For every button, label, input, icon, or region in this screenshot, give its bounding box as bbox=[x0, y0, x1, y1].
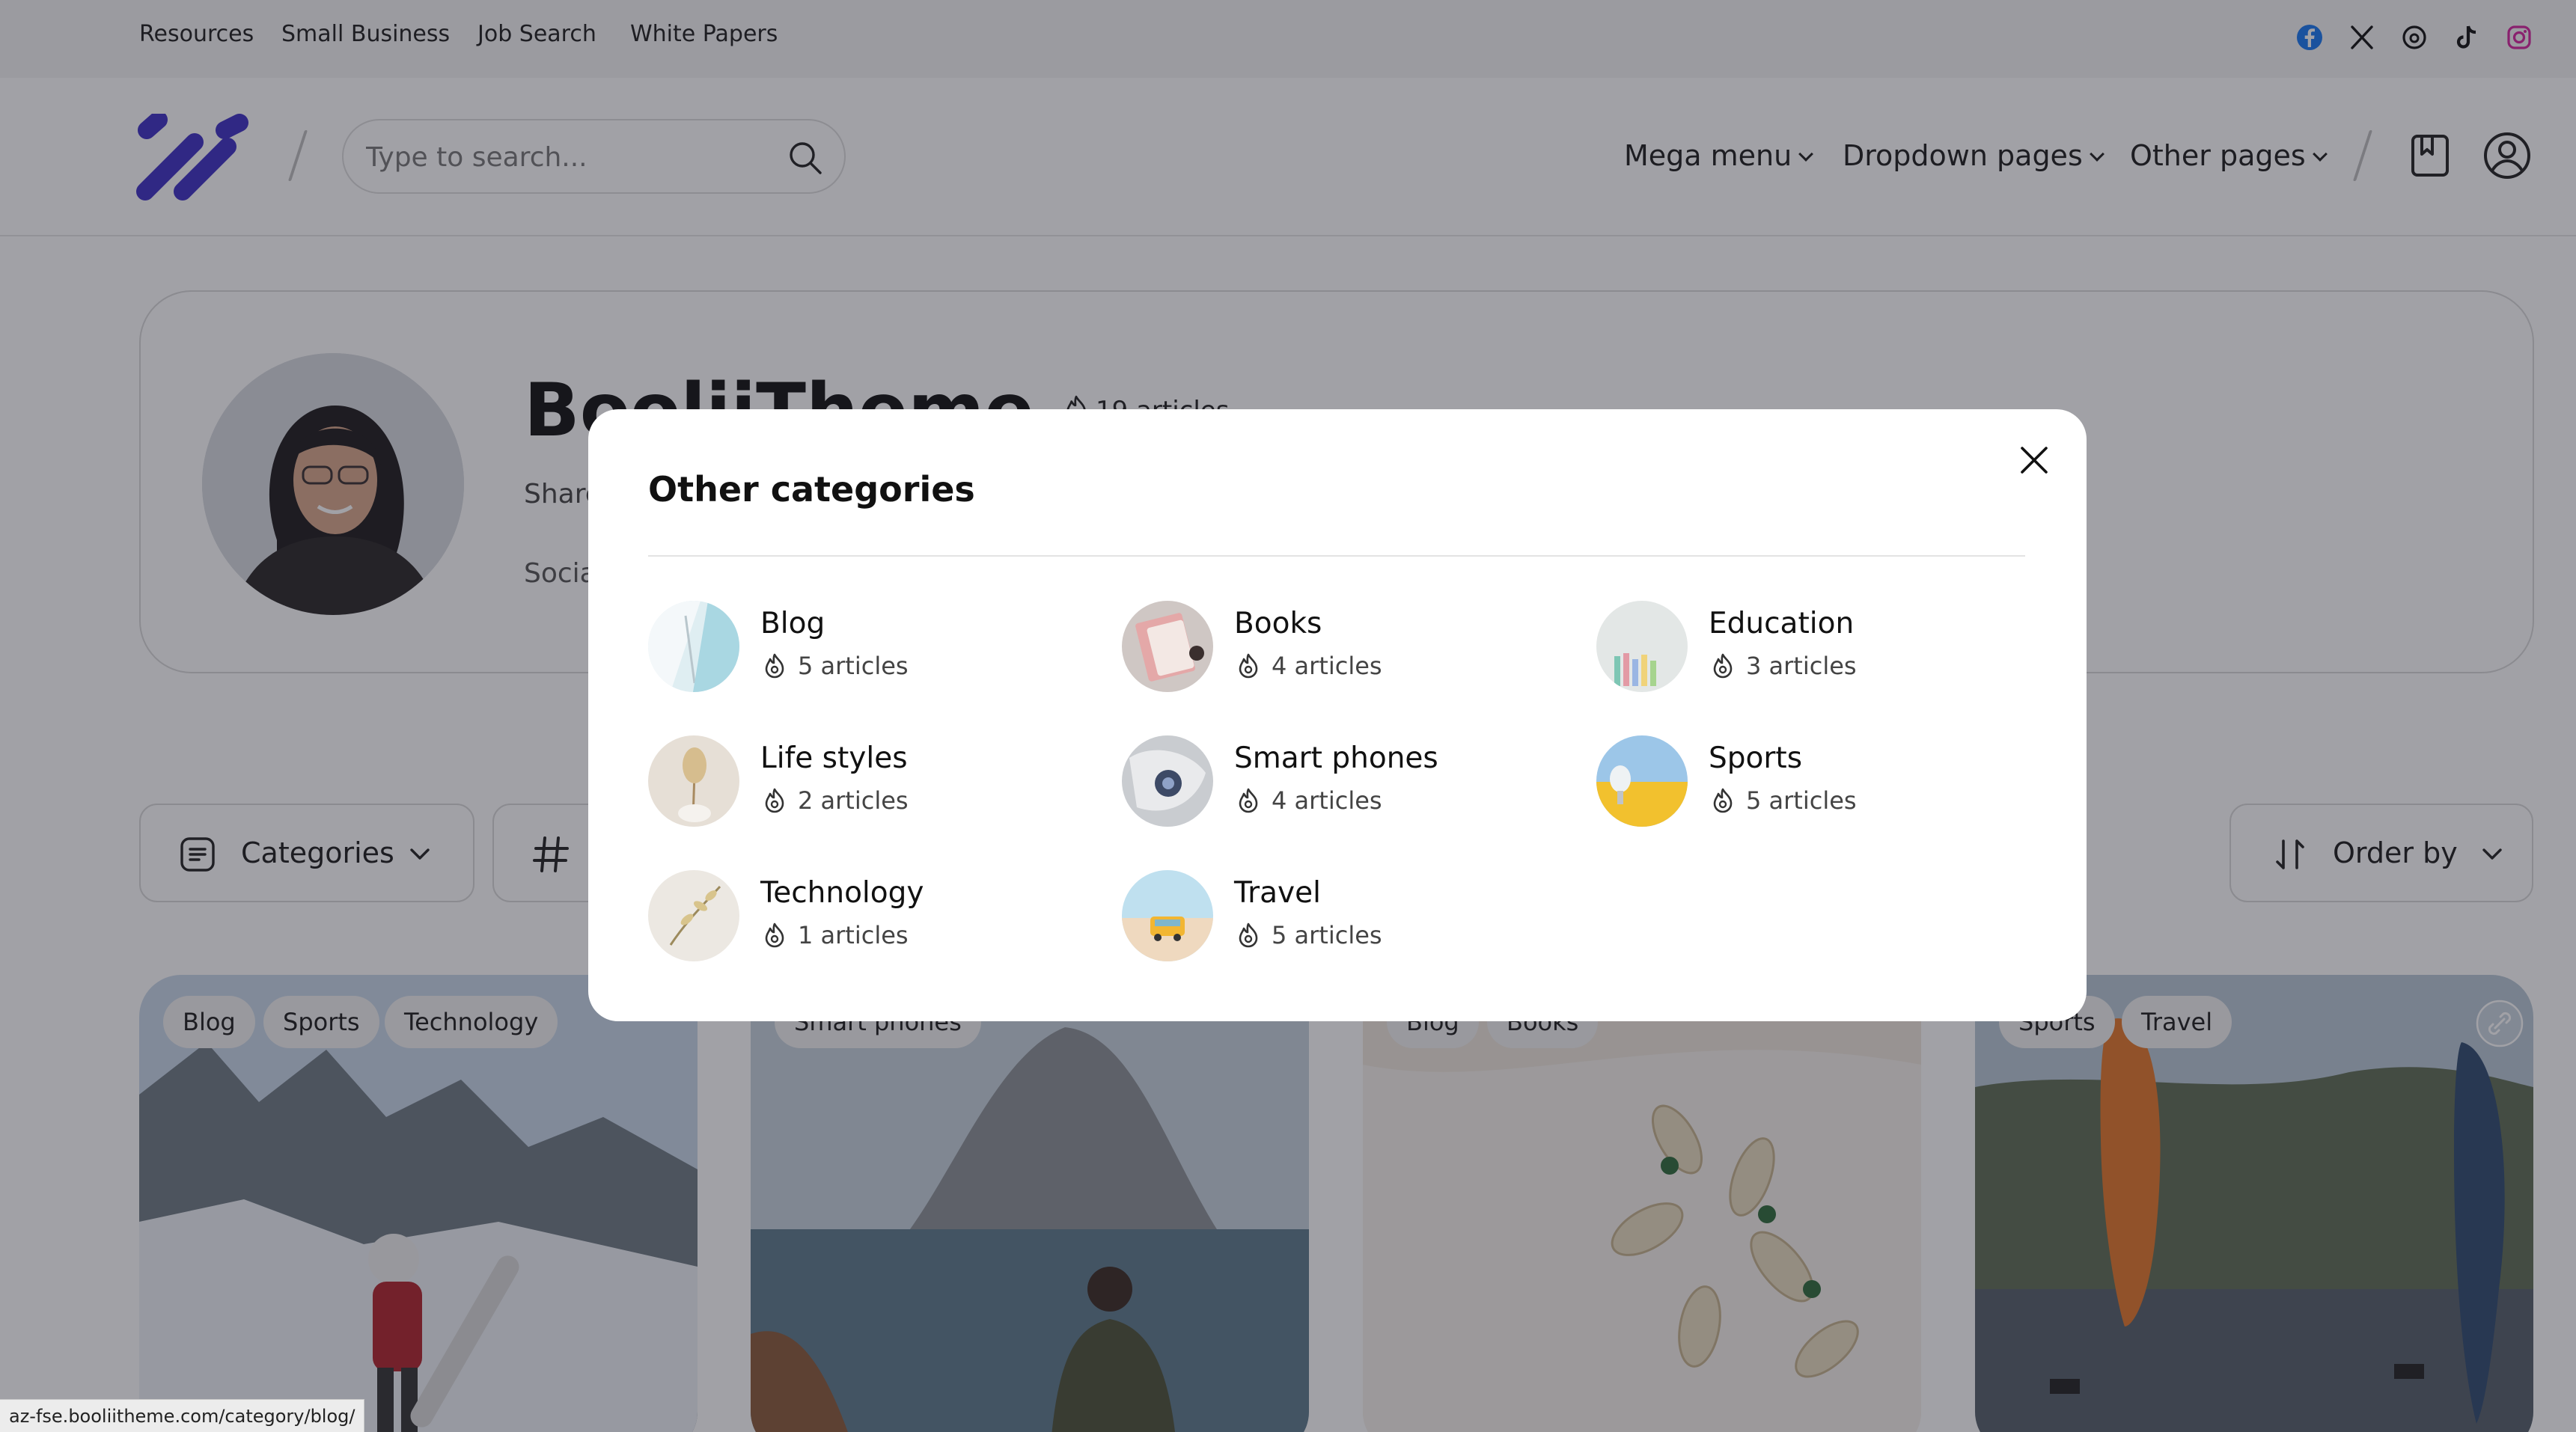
category-thumb-books bbox=[1122, 601, 1213, 692]
category-item-life-styles[interactable]: Life styles 2 articles bbox=[648, 735, 1067, 830]
category-name: Books bbox=[1234, 607, 1322, 640]
category-name: Blog bbox=[760, 607, 825, 640]
category-name: Sports bbox=[1709, 741, 1803, 775]
category-item-technology[interactable]: Technology 1 articles bbox=[648, 870, 1067, 964]
category-count: 5 articles bbox=[1746, 786, 1857, 815]
category-thumb-technology bbox=[648, 870, 739, 961]
category-count: 4 articles bbox=[1272, 652, 1382, 680]
flame-icon bbox=[1239, 653, 1258, 679]
category-thumb-travel bbox=[1122, 870, 1213, 961]
divider bbox=[648, 555, 2025, 557]
category-thumb-sports bbox=[1596, 735, 1688, 827]
category-thumb-smart-phones bbox=[1122, 735, 1213, 827]
status-url: az-fse.booliitheme.com/category/blog/ bbox=[0, 1399, 365, 1432]
category-name: Education bbox=[1709, 607, 1855, 640]
flame-icon bbox=[765, 922, 784, 948]
modal-title: Other categories bbox=[648, 469, 975, 510]
category-item-books[interactable]: Books 4 articles bbox=[1122, 601, 1541, 695]
category-name: Technology bbox=[760, 876, 924, 910]
flame-icon bbox=[1713, 653, 1733, 679]
category-item-smart-phones[interactable]: Smart phones 4 articles bbox=[1122, 735, 1541, 830]
category-count: 2 articles bbox=[798, 786, 909, 815]
flame-icon bbox=[1239, 788, 1258, 813]
other-categories-modal: Other categories Blog 5 articles Books 4… bbox=[588, 409, 2087, 1021]
category-name: Life styles bbox=[760, 741, 908, 775]
category-thumb-life-styles bbox=[648, 735, 739, 827]
flame-icon bbox=[1713, 788, 1733, 813]
category-count: 5 articles bbox=[1272, 921, 1382, 949]
flame-icon bbox=[1239, 922, 1258, 948]
category-item-blog[interactable]: Blog 5 articles bbox=[648, 601, 1067, 695]
category-name: Travel bbox=[1234, 876, 1321, 910]
flame-icon bbox=[765, 653, 784, 679]
flame-icon bbox=[765, 788, 784, 813]
category-count: 3 articles bbox=[1746, 652, 1857, 680]
category-name: Smart phones bbox=[1234, 741, 1438, 775]
category-thumb-education bbox=[1596, 601, 1688, 692]
category-item-sports[interactable]: Sports 5 articles bbox=[1596, 735, 2015, 830]
category-item-travel[interactable]: Travel 5 articles bbox=[1122, 870, 1541, 964]
category-item-education[interactable]: Education 3 articles bbox=[1596, 601, 2015, 695]
category-count: 4 articles bbox=[1272, 786, 1382, 815]
close-icon[interactable] bbox=[2015, 441, 2054, 480]
category-count: 1 articles bbox=[798, 921, 909, 949]
category-count: 5 articles bbox=[798, 652, 909, 680]
category-thumb-blog bbox=[648, 601, 739, 692]
